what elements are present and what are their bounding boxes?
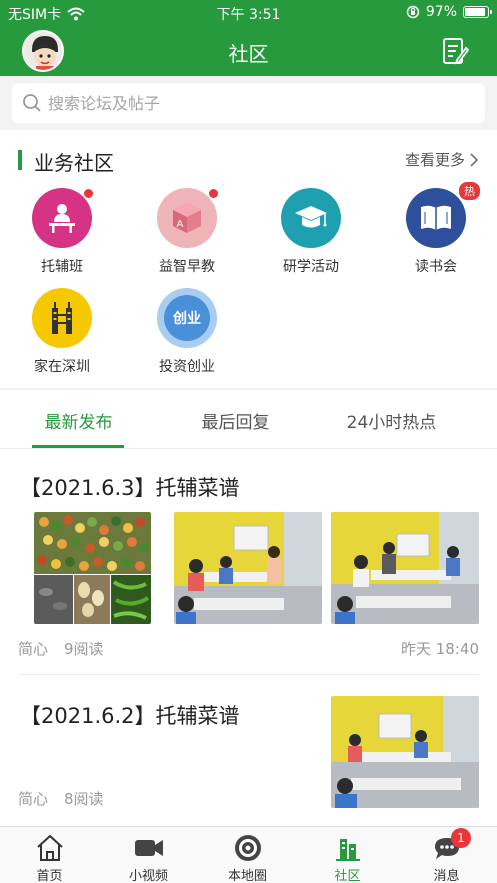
community-label: 托辅班 — [41, 259, 83, 275]
teacher-desk-icon — [32, 188, 92, 248]
tabbar-local-circle[interactable]: 本地圈 — [198, 827, 297, 883]
new-dot-badge — [208, 188, 219, 199]
active-tab-indicator — [32, 445, 124, 448]
city-tower-icon — [32, 288, 92, 348]
page-title: 社区 — [228, 42, 269, 66]
startup-icon-text: 创业 — [164, 295, 210, 341]
post-author: 简心 — [18, 790, 49, 808]
community-label: 读书会 — [415, 259, 457, 275]
section-accent-bar — [18, 150, 22, 170]
community-label: 家在深圳 — [34, 359, 90, 375]
tabbar-label: 消息 — [433, 869, 460, 883]
post-reads: 8阅读 — [64, 790, 104, 808]
post-item[interactable]: 【2021.6.3】托辅菜谱 简心 9阅读 昨天 18:40 — [0, 450, 497, 675]
bottom-tab-bar: 首页 小视频 本地圈 社区 1 消息 — [0, 826, 497, 883]
battery-percent: 97% — [425, 4, 457, 20]
video-camera-icon — [135, 840, 163, 856]
community-tuofuban[interactable]: 托辅班 — [12, 185, 112, 280]
nav-bar: 社区 — [0, 26, 497, 76]
tab-last-reply[interactable]: 最后回复 — [153, 408, 318, 433]
post-author: 简心 — [18, 640, 49, 658]
search-area — [0, 76, 497, 130]
search-icon — [23, 94, 41, 112]
post-meta: 简心 8阅读 — [18, 788, 104, 809]
business-community-header: 业务社区 查看更多 — [0, 140, 497, 180]
tabbar-label: 社区 — [334, 869, 361, 883]
tabbar-label: 小视频 — [128, 869, 168, 883]
community-label: 研学活动 — [283, 259, 339, 275]
tab-latest[interactable]: 最新发布 — [0, 408, 161, 433]
view-more-link[interactable]: 查看更多 — [405, 149, 479, 170]
status-bar: 无SIM卡 下午 3:51 97% — [0, 0, 497, 26]
post-image-classroom-3[interactable] — [331, 696, 479, 808]
message-count-badge: 1 — [451, 828, 471, 848]
rotation-lock-icon — [406, 5, 420, 19]
tabbar-short-video[interactable]: 小视频 — [99, 827, 198, 883]
post-item[interactable]: 【2021.6.2】托辅菜谱 简心 8阅读 — [0, 676, 497, 826]
chevron-right-icon — [470, 152, 479, 167]
battery-fill — [465, 8, 486, 16]
new-dot-badge — [83, 188, 94, 199]
status-right: 97% — [406, 4, 492, 20]
post-meta: 简心 9阅读 — [18, 638, 104, 659]
community-buildings-icon — [336, 839, 360, 861]
graduation-cap-icon — [281, 188, 341, 248]
community-yizhi-zaojiao[interactable]: A 益智早教 — [137, 185, 237, 280]
tabbar-messages[interactable]: 1 消息 — [397, 827, 496, 883]
post-title: 【2021.6.3】托辅菜谱 — [20, 476, 240, 500]
community-touzi-chuangye[interactable]: 创业 投资创业 — [137, 285, 237, 380]
community-yanxue-huodong[interactable]: 研学活动 — [261, 185, 361, 280]
post-reads: 9阅读 — [64, 640, 104, 658]
community-grid: 托辅班 A 益智早教 研学活动 热 读书会 家在深圳 创业 投资创业 — [0, 182, 497, 385]
section-divider — [0, 388, 497, 390]
svg-text:A: A — [177, 219, 184, 230]
post-divider — [18, 674, 479, 675]
battery-icon — [463, 6, 492, 18]
tabbar-community[interactable]: 社区 — [298, 827, 397, 883]
search-input[interactable] — [48, 93, 448, 113]
compose-post-icon[interactable] — [441, 36, 469, 66]
home-icon — [37, 835, 63, 861]
post-title: 【2021.6.2】托辅菜谱 — [20, 704, 240, 728]
tab-24h-hot[interactable]: 24小时热点 — [309, 408, 474, 433]
open-book-icon — [406, 188, 466, 248]
tabbar-label: 首页 — [36, 869, 63, 883]
toy-block-icon: A — [157, 188, 217, 248]
tabbar-label: 本地圈 — [227, 869, 267, 883]
startup-icon: 创业 — [157, 288, 217, 348]
community-label: 益智早教 — [159, 259, 215, 275]
community-label: 投资创业 — [159, 359, 215, 375]
post-image-food[interactable] — [34, 512, 151, 624]
community-jiazai-shenzhen[interactable]: 家在深圳 — [12, 285, 112, 380]
post-image-classroom-1[interactable] — [174, 512, 322, 624]
post-time: 昨天 18:40 — [401, 640, 479, 658]
target-icon — [235, 835, 261, 861]
post-image-classroom-2[interactable] — [331, 512, 479, 624]
section-title: 业务社区 — [34, 151, 114, 175]
post-tabs: 最新发布 最后回复 24小时热点 — [0, 392, 497, 449]
community-dushuhui[interactable]: 热 读书会 — [386, 182, 486, 280]
view-more-label: 查看更多 — [404, 151, 465, 169]
search-box[interactable] — [12, 83, 485, 123]
hot-badge: 热 — [459, 182, 480, 200]
tabbar-home[interactable]: 首页 — [0, 827, 99, 883]
